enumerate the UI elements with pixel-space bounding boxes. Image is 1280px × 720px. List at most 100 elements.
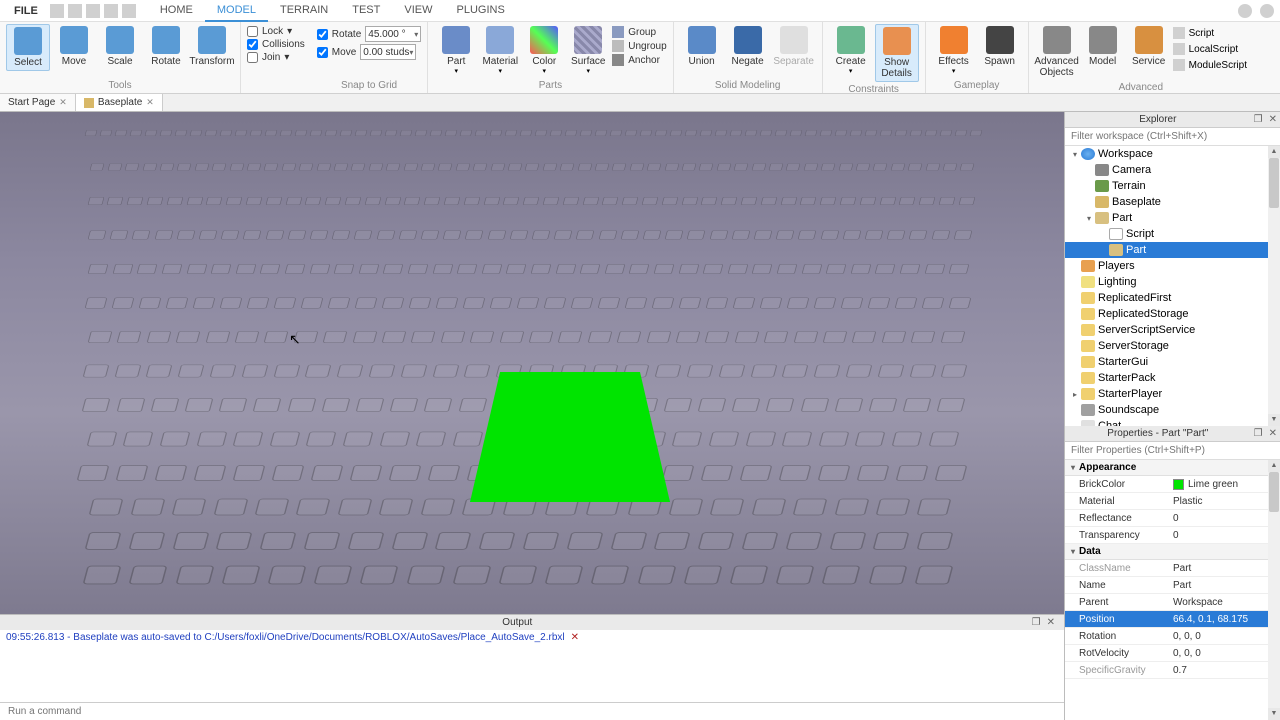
explorer-scrollbar[interactable]: ▲ ▼ <box>1268 146 1280 426</box>
tree-item-starterpack[interactable]: StarterPack <box>1065 370 1280 386</box>
viewport-3d[interactable]: ↖ <box>0 112 1064 614</box>
transform-button[interactable]: Transform <box>190 24 234 69</box>
lock-toggle[interactable]: Lock ▾ <box>247 26 305 37</box>
ribbon-tab-model[interactable]: MODEL <box>205 0 268 22</box>
prop-reflectance[interactable]: Reflectance0 <box>1065 510 1280 527</box>
prop-brickcolor[interactable]: BrickColorLime green <box>1065 476 1280 493</box>
ribbon-tab-plugins[interactable]: PLUGINS <box>445 0 517 22</box>
negate-button[interactable]: Negate <box>726 24 770 69</box>
properties-panel[interactable]: ▾AppearanceBrickColorLime greenMaterialP… <box>1065 460 1280 720</box>
tree-item-serverstorage[interactable]: ServerStorage <box>1065 338 1280 354</box>
explorer-close-icon[interactable]: ✕ <box>1266 114 1280 125</box>
window-min-icon[interactable] <box>1238 4 1252 18</box>
advanced-objects-button[interactable]: Advanced Objects <box>1035 24 1079 80</box>
model-button[interactable]: Model <box>1081 24 1125 69</box>
selected-part[interactable] <box>470 372 670 502</box>
join-toggle[interactable]: Join ▾ <box>247 52 305 63</box>
spawn-button[interactable]: Spawn <box>978 24 1022 69</box>
prop-transparency[interactable]: Transparency0 <box>1065 527 1280 544</box>
union-button[interactable]: Union <box>680 24 724 69</box>
move-button[interactable]: Move <box>52 24 96 69</box>
scroll-down-icon[interactable]: ▼ <box>1268 414 1280 426</box>
tree-item-soundscape[interactable]: Soundscape <box>1065 402 1280 418</box>
tree-item-serverscriptservice[interactable]: ServerScriptService <box>1065 322 1280 338</box>
scroll-down-icon[interactable]: ▼ <box>1268 708 1280 720</box>
tree-item-part[interactable]: ▾Part <box>1065 210 1280 226</box>
scroll-thumb[interactable] <box>1269 158 1279 208</box>
ribbon-tab-home[interactable]: HOME <box>148 0 205 22</box>
file-menu[interactable]: FILE <box>6 5 46 17</box>
tree-item-players[interactable]: Players <box>1065 258 1280 274</box>
prop-parent[interactable]: ParentWorkspace <box>1065 594 1280 611</box>
localscript-button[interactable]: LocalScript <box>1173 42 1247 56</box>
doctab-start-page[interactable]: Start Page✕ <box>0 94 76 111</box>
service-button[interactable]: Service <box>1127 24 1171 69</box>
surface-button[interactable]: Surface▾ <box>566 24 610 77</box>
tree-item-startergui[interactable]: StarterGui <box>1065 354 1280 370</box>
prop-classname[interactable]: ClassNamePart <box>1065 560 1280 577</box>
show-details-button[interactable]: Show Details <box>875 24 919 82</box>
tree-item-starterplayer[interactable]: ▸StarterPlayer <box>1065 386 1280 402</box>
color-button[interactable]: Color▾ <box>522 24 566 77</box>
prop-name[interactable]: NamePart <box>1065 577 1280 594</box>
qat-more-icon[interactable] <box>122 4 136 18</box>
effects-button[interactable]: Effects▾ <box>932 24 976 77</box>
qat-undo-icon[interactable] <box>68 4 82 18</box>
snap-rotate[interactable]: Rotate45.000 ° <box>317 26 421 42</box>
select-button[interactable]: Select <box>6 24 50 71</box>
script-button[interactable]: Script <box>1173 26 1247 40</box>
ribbon-tab-test[interactable]: TEST <box>340 0 392 22</box>
material-button[interactable]: Material▾ <box>478 24 522 77</box>
explorer-tree[interactable]: ▾WorkspaceCameraTerrainBaseplate▾PartScr… <box>1065 146 1280 426</box>
tree-item-baseplate[interactable]: Baseplate <box>1065 194 1280 210</box>
tree-item-camera[interactable]: Camera <box>1065 162 1280 178</box>
part-button[interactable]: Part▾ <box>434 24 478 77</box>
prop-position[interactable]: ▸Position66.4, 0.1, 68.175 <box>1065 611 1280 628</box>
ungroup-button[interactable]: Ungroup <box>612 40 666 52</box>
collisions-toggle[interactable]: Collisions <box>247 39 305 50</box>
scroll-thumb[interactable] <box>1269 472 1279 512</box>
rotate-button[interactable]: Rotate <box>144 24 188 69</box>
tree-item-part[interactable]: Part <box>1065 242 1280 258</box>
tree-item-chat[interactable]: Chat <box>1065 418 1280 426</box>
qat-new-icon[interactable] <box>50 4 64 18</box>
properties-close-icon[interactable]: ✕ <box>1266 428 1280 439</box>
command-input[interactable] <box>0 703 1064 720</box>
close-tab-icon[interactable]: ✕ <box>59 97 67 108</box>
modulescript-button[interactable]: ModuleScript <box>1173 58 1247 72</box>
prop-specificgravity[interactable]: SpecificGravity0.7 <box>1065 662 1280 679</box>
tree-item-workspace[interactable]: ▾Workspace <box>1065 146 1280 162</box>
prop-section-data[interactable]: ▾Data <box>1065 544 1280 560</box>
tree-item-terrain[interactable]: Terrain <box>1065 178 1280 194</box>
prop-rotation[interactable]: ▸Rotation0, 0, 0 <box>1065 628 1280 645</box>
output-close-icon[interactable]: ✕ <box>1044 617 1058 628</box>
scroll-up-icon[interactable]: ▲ <box>1268 460 1280 472</box>
help-icon[interactable] <box>1260 4 1274 18</box>
output-panel[interactable]: 09:55:26.813 - Baseplate was auto-saved … <box>0 630 1064 702</box>
scale-button[interactable]: Scale <box>98 24 142 69</box>
explorer-dock-icon[interactable]: ❐ <box>1251 114 1266 125</box>
prop-section-appearance[interactable]: ▾Appearance <box>1065 460 1280 476</box>
properties-filter-input[interactable] <box>1065 442 1280 459</box>
properties-dock-icon[interactable]: ❐ <box>1251 428 1266 439</box>
ribbon-tab-view[interactable]: VIEW <box>392 0 444 22</box>
anchor-button[interactable]: Anchor <box>612 54 666 66</box>
prop-material[interactable]: MaterialPlastic <box>1065 493 1280 510</box>
tree-item-replicatedfirst[interactable]: ReplicatedFirst <box>1065 290 1280 306</box>
tree-item-script[interactable]: Script <box>1065 226 1280 242</box>
prop-rotvelocity[interactable]: ▸RotVelocity0, 0, 0 <box>1065 645 1280 662</box>
doctab-baseplate[interactable]: Baseplate✕ <box>76 94 163 111</box>
qat-play-icon[interactable] <box>104 4 118 18</box>
create-constraint-button[interactable]: Create▾ <box>829 24 873 77</box>
explorer-filter-input[interactable] <box>1065 128 1280 145</box>
tree-item-replicatedstorage[interactable]: ReplicatedStorage <box>1065 306 1280 322</box>
qat-redo-icon[interactable] <box>86 4 100 18</box>
scroll-up-icon[interactable]: ▲ <box>1268 146 1280 158</box>
separate-button[interactable]: Separate <box>772 24 816 69</box>
properties-scrollbar[interactable]: ▲ ▼ <box>1268 460 1280 720</box>
snap-move[interactable]: Move0.00 studs <box>317 44 421 60</box>
output-dock-icon[interactable]: ❐ <box>1029 617 1044 628</box>
ribbon-tab-terrain[interactable]: TERRAIN <box>268 0 340 22</box>
close-tab-icon[interactable]: ✕ <box>146 97 154 108</box>
tree-item-lighting[interactable]: Lighting <box>1065 274 1280 290</box>
